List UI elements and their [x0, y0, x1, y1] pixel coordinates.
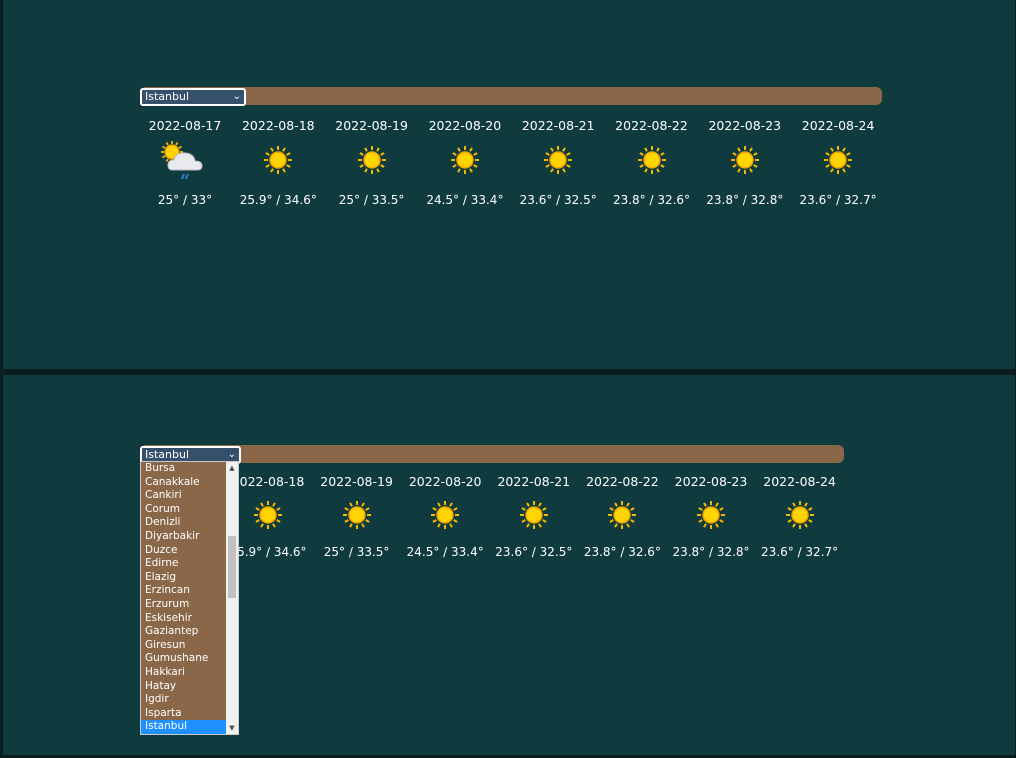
dropdown-option[interactable]: Eskisehir: [141, 612, 229, 626]
dropdown-option[interactable]: Diyarbakir: [141, 530, 229, 544]
dropdown-option[interactable]: Isparta: [141, 707, 229, 721]
forecast-date: 2022-08-23: [674, 474, 748, 489]
sun-icon: [449, 144, 481, 180]
forecast-date: 2022-08-21: [497, 474, 571, 489]
dropdown-option[interactable]: Bursa: [141, 462, 229, 476]
forecast-temperature: 25.9° / 34.6°: [239, 193, 317, 207]
dropdown-scrollbar[interactable]: ▲ ▼: [226, 462, 238, 734]
dropdown-option[interactable]: Igdir: [141, 693, 229, 707]
city-select-value: Istanbul: [145, 90, 190, 103]
dropdown-option[interactable]: Elazig: [141, 571, 229, 585]
sun-icon: [341, 499, 373, 535]
forecast-temperature: 24.5° / 33.4°: [426, 193, 504, 207]
sun-icon: [636, 144, 668, 180]
sun-icon: [695, 499, 727, 535]
forecast-temperature: 23.8° / 32.8°: [706, 193, 784, 207]
dropdown-option[interactable]: Erzurum: [141, 598, 229, 612]
dropdown-option[interactable]: Istanbul: [141, 720, 229, 734]
dropdown-option[interactable]: Erzincan: [141, 584, 229, 598]
scroll-down-icon[interactable]: ▼: [226, 724, 238, 732]
city-bar: [140, 87, 882, 105]
forecast-date: 2022-08-20: [428, 118, 502, 133]
forecast-temperature: 23.8° / 32.6°: [583, 545, 661, 559]
sun-icon: [822, 144, 854, 180]
dropdown-option[interactable]: Hakkari: [141, 666, 229, 680]
forecast-panel-top: [3, 0, 1015, 369]
city-bar: [140, 445, 844, 463]
dropdown-option[interactable]: Denizli: [141, 516, 229, 530]
sun-icon: [252, 499, 284, 535]
city-dropdown-list[interactable]: Bursa Canakkale Cankiri Corum Denizli Diyarba…: [140, 461, 239, 735]
forecast-date: 2022-08-21: [521, 118, 595, 133]
dropdown-option[interactable]: Duzce: [141, 544, 229, 558]
forecast-temperature: 23.6° / 32.5°: [495, 545, 573, 559]
forecast-temperature: 23.8° / 32.6°: [612, 193, 691, 207]
forecast-date: 2022-08-24: [763, 474, 836, 489]
sun-icon: [784, 499, 816, 535]
forecast-date: 2022-08-19: [320, 474, 393, 489]
dropdown-option[interactable]: Giresun: [141, 639, 229, 653]
forecast-date: 2022-08-22: [615, 118, 688, 133]
dropdown-option[interactable]: Gumushane: [141, 652, 229, 666]
dropdown-option[interactable]: Cankiri: [141, 489, 229, 503]
dropdown-option[interactable]: Edirne: [141, 557, 229, 571]
sun-icon: [429, 499, 461, 535]
sun-icon: [606, 499, 638, 535]
sun-icon: [542, 144, 574, 180]
city-select[interactable]: Istanbul ⌄: [140, 88, 246, 106]
forecast-date: 2022-08-23: [708, 118, 782, 133]
forecast-temperature: 24.5° / 33.4°: [406, 545, 484, 559]
forecast-temperature: 23.6° / 32.5°: [519, 193, 597, 207]
dropdown-option[interactable]: Hatay: [141, 680, 229, 694]
scroll-thumb[interactable]: [228, 536, 236, 598]
forecast-temperature: 23.6° / 32.7°: [799, 193, 877, 207]
sun-icon: [356, 144, 388, 180]
dropdown-option[interactable]: Canakkale: [141, 476, 229, 490]
sun-icon: [518, 499, 550, 535]
forecast-temperature: 25° / 33.5°: [338, 193, 405, 207]
sun-icon: [262, 144, 294, 180]
forecast-temperature: 23.8° / 32.8°: [672, 545, 750, 559]
scroll-up-icon[interactable]: ▲: [226, 464, 238, 472]
dropdown-option[interactable]: Corum: [141, 503, 229, 517]
forecast-temperature: 23.6° / 32.7°: [761, 545, 839, 559]
forecast-date: 2022-08-18: [241, 118, 315, 133]
forecast-date: 2022-08-22: [586, 474, 659, 489]
chevron-down-icon: ⌄: [227, 449, 236, 460]
dropdown-option[interactable]: Gaziantep: [141, 625, 229, 639]
forecast-date: 2022-08-24: [801, 118, 875, 133]
chevron-down-icon: ⌄: [232, 91, 241, 102]
forecast-date: 2022-08-20: [408, 474, 482, 489]
forecast-temperature: 25° / 33°: [157, 193, 213, 207]
city-select-value: Istanbul: [145, 448, 190, 461]
forecast-temperature: 25° / 33.5°: [323, 545, 390, 559]
sun-icon: [729, 144, 761, 180]
forecast-date: 2022-08-19: [335, 118, 408, 133]
rain-cloud-icon: [158, 138, 208, 186]
forecast-date: 2022-08-17: [148, 118, 222, 133]
